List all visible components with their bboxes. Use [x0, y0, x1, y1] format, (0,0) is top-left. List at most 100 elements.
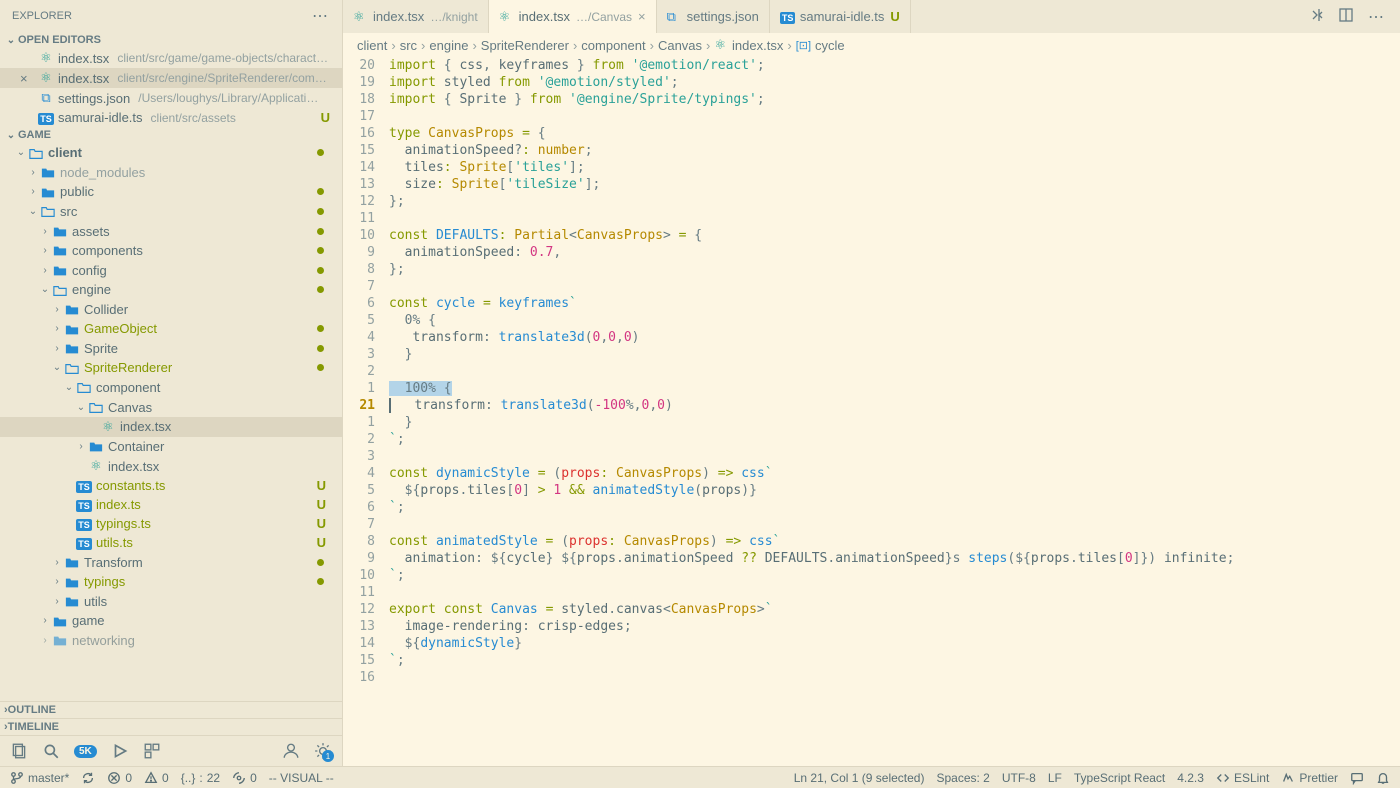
tree-file[interactable]: TSindex.tsU: [0, 495, 342, 514]
tree-folder[interactable]: ›config: [0, 260, 342, 280]
game-section-header[interactable]: ⌄ GAME: [0, 127, 342, 143]
tree-folder[interactable]: ⌄component: [0, 378, 342, 398]
more-icon[interactable]: ⋯: [1368, 7, 1386, 27]
tree-folder[interactable]: ⌄SpriteRenderer: [0, 358, 342, 378]
search-icon[interactable]: [42, 742, 60, 760]
tree-folder[interactable]: ›typings: [0, 572, 342, 592]
open-editor-item[interactable]: ×⧉settings.json/Users/loughys/Library/Ap…: [0, 88, 342, 108]
feedback-icon[interactable]: [1350, 771, 1364, 785]
ts-version[interactable]: 4.2.3: [1177, 771, 1204, 785]
tree-folder[interactable]: ⌄Canvas: [0, 397, 342, 417]
breadcrumb-item[interactable]: cycle: [815, 38, 845, 53]
tree-folder[interactable]: ›Transform: [0, 552, 342, 572]
tree-file[interactable]: TSutils.tsU: [0, 533, 342, 552]
tree-label: utils: [84, 594, 107, 609]
source-control-badge[interactable]: 5K: [74, 745, 97, 758]
outline-header[interactable]: › OUTLINE: [0, 701, 342, 718]
encoding-item[interactable]: UTF-8: [1002, 771, 1036, 785]
tree-folder[interactable]: ›public: [0, 182, 342, 202]
line-number: 18: [343, 91, 375, 108]
react-icon: ⚛: [499, 9, 513, 25]
breadcrumb-item[interactable]: component: [581, 38, 645, 53]
tree-folder[interactable]: ›components: [0, 241, 342, 261]
cursor-position[interactable]: Ln 21, Col 1 (9 selected): [794, 771, 925, 785]
code-editor[interactable]: 2019181716151413121110987654321211234567…: [343, 57, 1400, 766]
line-number: 6: [343, 499, 375, 516]
editor-tab[interactable]: ⚛index.tsx…/knight: [343, 0, 489, 33]
breadcrumb-item[interactable]: index.tsx: [732, 38, 783, 53]
tree-folder[interactable]: ›Sprite: [0, 339, 342, 359]
prettier-item[interactable]: Prettier: [1281, 771, 1338, 785]
breadcrumb-item[interactable]: src: [400, 38, 417, 53]
line-number: 4: [343, 465, 375, 482]
tree-file[interactable]: ⚛index.tsx: [0, 417, 342, 437]
files-icon[interactable]: [10, 742, 28, 760]
tree-folder[interactable]: ›node_modules: [0, 163, 342, 183]
line-number: 1: [343, 380, 375, 397]
tree-folder[interactable]: ⌄engine: [0, 280, 342, 300]
branch-item[interactable]: master*: [10, 771, 69, 785]
eslint-item[interactable]: ESLint: [1216, 771, 1269, 785]
bell-icon[interactable]: [1376, 771, 1390, 785]
editor-name: index.tsx: [58, 71, 109, 86]
compare-icon[interactable]: [1308, 7, 1324, 27]
editor-tab[interactable]: ⧉settings.json: [657, 0, 770, 33]
breadcrumb-separator: ›: [472, 38, 476, 53]
breadcrumb-item[interactable]: client: [357, 38, 387, 53]
tree-folder[interactable]: ⌄src: [0, 202, 342, 222]
code-line: 0% {: [389, 312, 1400, 329]
typescript-icon: TS: [76, 478, 92, 493]
folder-open-icon: [28, 145, 44, 161]
account-icon[interactable]: [282, 742, 300, 760]
tree-folder[interactable]: ›utils: [0, 592, 342, 612]
tree-folder[interactable]: ›networking: [0, 631, 342, 651]
breadcrumb-item[interactable]: engine: [429, 38, 468, 53]
code-line: const cycle = keyframes`: [389, 295, 1400, 312]
split-icon[interactable]: [1338, 7, 1354, 27]
extensions-icon[interactable]: [143, 742, 161, 760]
editor-tab[interactable]: ⚛index.tsx…/Canvas×: [489, 0, 657, 33]
close-icon[interactable]: ×: [20, 71, 34, 86]
editor-tab[interactable]: TSsamurai-idle.tsU: [770, 0, 911, 33]
open-editors-header[interactable]: ⌄ OPEN EDITORS: [0, 32, 342, 48]
tree-file[interactable]: TSconstants.tsU: [0, 476, 342, 495]
open-editor-item[interactable]: ×⚛index.tsxclient/src/engine/SpriteRende…: [0, 68, 342, 88]
folder-icon: [64, 341, 80, 357]
explorer-more-icon[interactable]: ⋯: [312, 6, 330, 26]
spaces-item[interactable]: Spaces: 2: [936, 771, 989, 785]
open-editor-item[interactable]: ×TSsamurai-idle.tsclient/src/assetsU: [0, 108, 342, 127]
tree-folder[interactable]: ›GameObject: [0, 319, 342, 339]
react-icon: ⚛: [88, 458, 104, 474]
timeline-header[interactable]: › TIMELINE: [0, 718, 342, 735]
eol-item[interactable]: LF: [1048, 771, 1062, 785]
line-number: 13: [343, 618, 375, 635]
settings-icon[interactable]: 1: [314, 742, 332, 760]
chevron-down-icon: ⌄: [4, 130, 18, 141]
code-line: [389, 278, 1400, 295]
language-item[interactable]: TypeScript React: [1074, 771, 1165, 785]
code-line: [389, 210, 1400, 227]
port-item[interactable]: 0: [232, 771, 257, 785]
errors-item[interactable]: 0: [107, 771, 132, 785]
typescript-icon: TS: [76, 535, 92, 550]
breadcrumb-item[interactable]: Canvas: [658, 38, 702, 53]
tree-file[interactable]: ⚛index.tsx: [0, 456, 342, 476]
code-content[interactable]: import { css, keyframes } from '@emotion…: [389, 57, 1400, 766]
sync-item[interactable]: [81, 771, 95, 785]
tree-folder[interactable]: ›assets: [0, 221, 342, 241]
tree-folder[interactable]: ⌄client: [0, 143, 342, 163]
tree-folder[interactable]: ›game: [0, 611, 342, 631]
chevron-down-icon: ⌄: [50, 362, 64, 373]
tree-folder[interactable]: ›Collider: [0, 300, 342, 320]
line-number: 10: [343, 567, 375, 584]
tree-file[interactable]: TStypings.tsU: [0, 514, 342, 533]
debug-icon[interactable]: [111, 742, 129, 760]
tree-label: client: [48, 145, 82, 160]
warnings-item[interactable]: 0: [144, 771, 169, 785]
tree-folder[interactable]: ›Container: [0, 437, 342, 457]
brackets-item[interactable]: {..} : 22: [181, 771, 220, 785]
close-icon[interactable]: ×: [638, 9, 646, 24]
open-editor-item[interactable]: ×⚛index.tsxclient/src/game/game-objects/…: [0, 48, 342, 68]
breadcrumb-item[interactable]: SpriteRenderer: [481, 38, 569, 53]
tree-label: config: [72, 263, 107, 278]
